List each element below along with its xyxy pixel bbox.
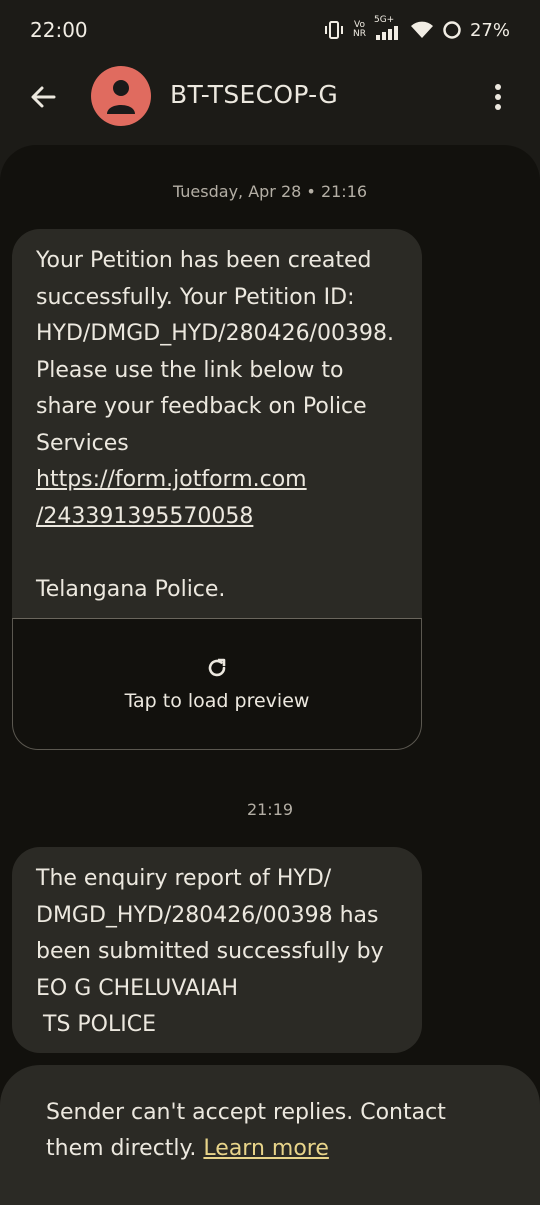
message-bubble[interactable]: Your Petition has been created successfu…: [12, 229, 422, 619]
signal-icon: 5G+: [374, 15, 402, 41]
learn-more-link[interactable]: Learn more: [203, 1136, 328, 1161]
battery-saver-icon: [443, 21, 461, 39]
message-text: The enquiry report of HYD/ DMGD_HYD/2804…: [36, 866, 384, 1037]
wifi-icon: [410, 21, 433, 38]
refresh-icon: [208, 658, 226, 677]
battery-percent: 27%: [469, 19, 510, 41]
tap-to-load-preview-label: Tap to load preview: [124, 690, 310, 712]
back-arrow-icon[interactable]: [28, 82, 58, 112]
message-thread[interactable]: Tuesday, Apr 28 • 21:16 Your Petition ha…: [0, 145, 540, 1199]
more-options-icon[interactable]: [486, 80, 510, 114]
reply-restriction-text: Sender can't accept replies. Contact the…: [46, 1100, 446, 1161]
message-bubble[interactable]: The enquiry report of HYD/ DMGD_HYD/2804…: [12, 847, 422, 1053]
status-icons: Vo NR 5G+ 27%: [323, 15, 510, 41]
avatar[interactable]: [91, 66, 151, 126]
message-link[interactable]: https://form.jotform.com /24339139557005…: [36, 467, 307, 529]
message-signature: Telangana Police.: [36, 576, 226, 602]
conversation-app-bar: BT-TSECOP-G: [0, 66, 540, 128]
message-timestamp: 21:19: [246, 800, 294, 819]
status-bar: 22:00 Vo NR 5G+ 27%: [0, 0, 540, 60]
vibrate-icon: [324, 21, 343, 39]
status-time: 22:00: [30, 18, 88, 42]
volte-indicator: Vo NR: [352, 20, 366, 39]
message-timestamp: Tuesday, Apr 28 • 21:16: [172, 182, 368, 201]
link-preview-card[interactable]: Tap to load preview: [12, 618, 422, 750]
contact-name[interactable]: BT-TSECOP-G: [170, 80, 338, 109]
message-text: Your Petition has been created successfu…: [36, 248, 401, 456]
reply-restriction-banner: Sender can't accept replies. Contact the…: [0, 1065, 540, 1205]
message-body: Your Petition has been created successfu…: [12, 229, 422, 622]
person-icon: [107, 80, 135, 114]
